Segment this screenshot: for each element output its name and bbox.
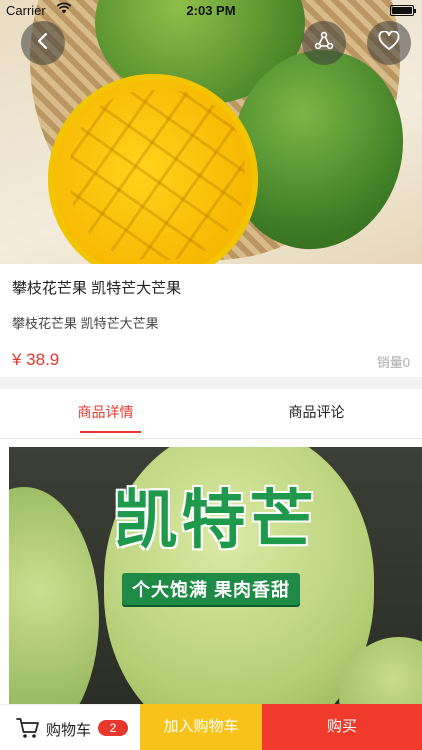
- cart-icon: [16, 717, 40, 744]
- active-tab-indicator: [80, 431, 141, 433]
- mango-cubes-illustration: [70, 90, 245, 260]
- cart-button[interactable]: 购物车 2: [0, 704, 140, 750]
- section-divider: [0, 377, 422, 389]
- chevron-left-icon: [35, 32, 51, 55]
- product-price: ¥ 38.9: [12, 350, 60, 369]
- tab-product-reviews[interactable]: 商品评论: [211, 389, 422, 439]
- clock: 2:03 PM: [186, 3, 236, 18]
- product-title: 攀枝花芒果 凯特芒大芒果: [12, 280, 182, 297]
- share-icon: [314, 31, 334, 56]
- buy-now-button[interactable]: 购买: [262, 704, 422, 750]
- favorite-button[interactable]: [367, 21, 411, 65]
- banner-headline: 凯特芒: [113, 484, 318, 558]
- bottom-action-bar: 购物车 2 加入购物车 购买: [0, 704, 422, 750]
- cart-count-badge: 2: [98, 720, 128, 736]
- battery-icon: [390, 5, 416, 16]
- sales-count: 销量0: [376, 355, 410, 370]
- add-to-cart-button[interactable]: 加入购物车: [140, 704, 262, 750]
- banner-slogan: 个大饱满 果肉香甜: [122, 573, 301, 605]
- share-button[interactable]: [302, 21, 346, 65]
- heart-icon: [378, 29, 400, 56]
- product-subtitle: 攀枝花芒果 凯特芒大芒果: [12, 316, 159, 331]
- back-button[interactable]: [21, 21, 65, 65]
- detail-banner-image: 凯特芒 个大饱满 果肉香甜: [9, 447, 422, 707]
- status-bar: Carrier 2:03 PM: [0, 0, 422, 22]
- cart-label: 购物车: [46, 722, 92, 739]
- detail-tabs: 商品详情 商品评论: [0, 389, 422, 439]
